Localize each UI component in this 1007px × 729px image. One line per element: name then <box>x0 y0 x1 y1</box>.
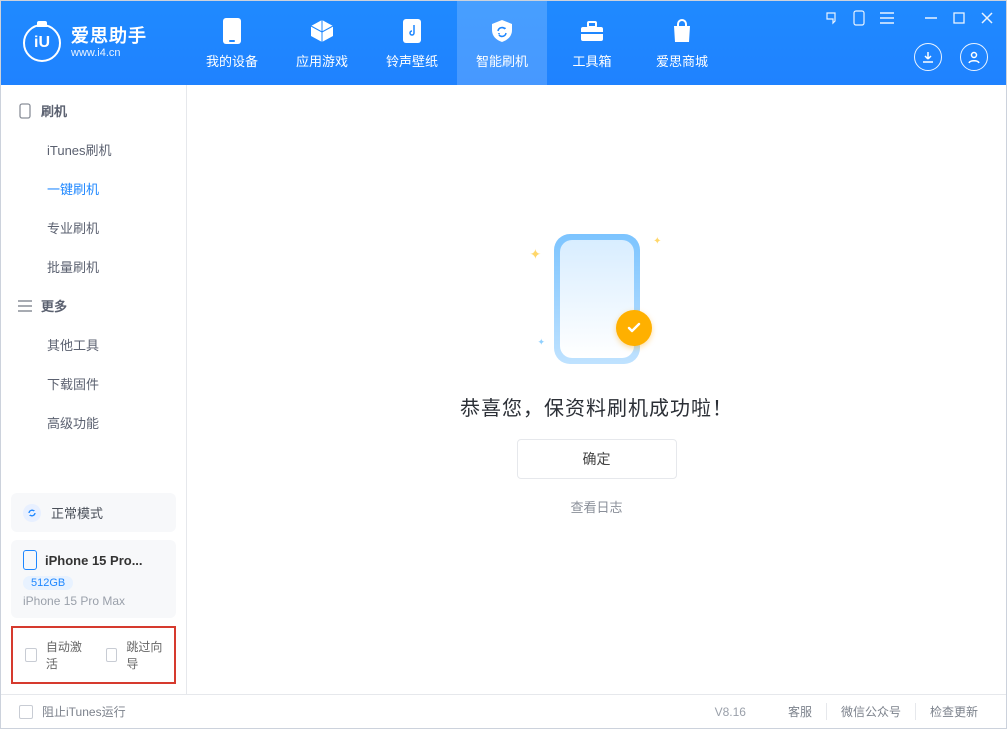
options-highlight: 自动激活 跳过向导 <box>11 626 176 684</box>
nav-ringtone[interactable]: 铃声壁纸 <box>367 1 457 85</box>
header: iU 爱思助手 www.i4.cn 我的设备 应用游戏 铃声壁纸 智能刷机 <box>1 1 1006 85</box>
device-icon <box>218 17 246 45</box>
phone-link-icon[interactable] <box>850 9 868 27</box>
sidebar-item-batch[interactable]: 批量刷机 <box>1 247 186 286</box>
footer-link-support[interactable]: 客服 <box>774 703 826 720</box>
device-card[interactable]: iPhone 15 Pro... 512GB iPhone 15 Pro Max <box>11 540 176 618</box>
nav-shop[interactable]: 爱思商城 <box>637 1 727 85</box>
sidebar-item-itunes[interactable]: iTunes刷机 <box>1 130 186 169</box>
cube-icon <box>308 17 336 45</box>
account-button[interactable] <box>960 43 988 71</box>
sparkle-icon: ✦ <box>530 246 542 263</box>
storage-badge: 512GB <box>23 576 73 590</box>
version-label: V8.16 <box>715 705 746 719</box>
nav-label: 应用游戏 <box>296 51 348 70</box>
bag-icon <box>668 17 696 45</box>
toolbox-icon <box>578 17 606 45</box>
minimize-icon[interactable] <box>922 9 940 27</box>
nav-flash[interactable]: 智能刷机 <box>457 1 547 85</box>
checkbox-input[interactable] <box>106 648 118 662</box>
sparkle-icon: ✦ <box>653 236 661 247</box>
footer: 阻止iTunes运行 V8.16 客服 微信公众号 检查更新 <box>1 694 1006 728</box>
sidebar-item-firmware[interactable]: 下载固件 <box>1 364 186 403</box>
footer-links: 客服 微信公众号 检查更新 <box>774 703 992 720</box>
mode-label: 正常模式 <box>51 503 103 522</box>
sparkle-icon: ✦ <box>538 337 546 348</box>
auto-activate-checkbox[interactable]: 自动激活 <box>21 638 86 672</box>
phone-outline-icon <box>23 550 37 570</box>
app-window: iU 爱思助手 www.i4.cn 我的设备 应用游戏 铃声壁纸 智能刷机 <box>0 0 1007 729</box>
sidebar-item-advanced[interactable]: 高级功能 <box>1 403 186 442</box>
sidebar-item-onekey[interactable]: 一键刷机 <box>1 169 186 208</box>
more-icon <box>17 298 33 314</box>
brand-url: www.i4.cn <box>71 47 147 59</box>
check-badge-icon <box>616 310 652 346</box>
footer-link-wechat[interactable]: 微信公众号 <box>826 703 915 720</box>
header-actions <box>914 43 988 71</box>
nav-tools[interactable]: 工具箱 <box>547 1 637 85</box>
sidebar: 刷机 iTunes刷机 一键刷机 专业刷机 批量刷机 更多 其他工具 下载固件 … <box>1 85 187 694</box>
nav-label: 铃声壁纸 <box>386 51 438 70</box>
checkbox-input[interactable] <box>25 648 37 662</box>
menu-icon[interactable] <box>878 9 896 27</box>
maximize-icon[interactable] <box>950 9 968 27</box>
mode-pill[interactable]: 正常模式 <box>11 493 176 532</box>
window-controls <box>822 9 996 27</box>
refresh-shield-icon <box>488 17 516 45</box>
brand-title: 爱思助手 <box>71 27 147 47</box>
nav-label: 爱思商城 <box>656 51 708 70</box>
device-model: iPhone 15 Pro Max <box>23 594 164 608</box>
sidebar-item-pro[interactable]: 专业刷机 <box>1 208 186 247</box>
sidebar-group-title: 更多 <box>1 286 186 325</box>
device-name: iPhone 15 Pro... <box>45 553 143 568</box>
skip-wizard-checkbox[interactable]: 跳过向导 <box>102 638 167 672</box>
success-illustration: ✦ ✦ ✦ <box>512 224 682 374</box>
nav-device[interactable]: 我的设备 <box>187 1 277 85</box>
sidebar-scroll: 刷机 iTunes刷机 一键刷机 专业刷机 批量刷机 更多 其他工具 下载固件 … <box>1 85 186 485</box>
body: 刷机 iTunes刷机 一键刷机 专业刷机 批量刷机 更多 其他工具 下载固件 … <box>1 85 1006 694</box>
success-panel: ✦ ✦ ✦ 恭喜您，保资料刷机成功啦！ 确定 查看日志 <box>460 224 733 516</box>
brand-logo-icon: iU <box>23 24 61 62</box>
ok-button[interactable]: 确定 <box>517 439 677 479</box>
feedback-icon[interactable] <box>822 9 840 27</box>
refresh-small-icon <box>23 504 41 522</box>
checkbox-input[interactable] <box>19 705 33 719</box>
close-icon[interactable] <box>978 9 996 27</box>
sidebar-group-flash: 刷机 iTunes刷机 一键刷机 专业刷机 批量刷机 <box>1 91 186 286</box>
block-itunes-checkbox[interactable]: 阻止iTunes运行 <box>15 702 126 722</box>
phone-small-icon <box>17 103 33 119</box>
nav-apps[interactable]: 应用游戏 <box>277 1 367 85</box>
sidebar-group-title: 刷机 <box>1 91 186 130</box>
top-nav: 我的设备 应用游戏 铃声壁纸 智能刷机 工具箱 爱思商城 <box>187 1 727 85</box>
success-message: 恭喜您，保资料刷机成功啦！ <box>460 392 733 421</box>
sidebar-group-more: 更多 其他工具 下载固件 高级功能 <box>1 286 186 442</box>
nav-label: 智能刷机 <box>476 51 528 70</box>
view-log-link[interactable]: 查看日志 <box>570 497 622 516</box>
download-button[interactable] <box>914 43 942 71</box>
sidebar-bottom: 正常模式 iPhone 15 Pro... 512GB iPhone 15 Pr… <box>1 485 186 694</box>
main-content: ✦ ✦ ✦ 恭喜您，保资料刷机成功啦！ 确定 查看日志 <box>187 85 1006 694</box>
sidebar-item-other[interactable]: 其他工具 <box>1 325 186 364</box>
music-icon <box>398 17 426 45</box>
footer-link-update[interactable]: 检查更新 <box>915 703 992 720</box>
nav-label: 工具箱 <box>572 51 611 70</box>
nav-label: 我的设备 <box>206 51 258 70</box>
brand: iU 爱思助手 www.i4.cn <box>1 24 187 62</box>
